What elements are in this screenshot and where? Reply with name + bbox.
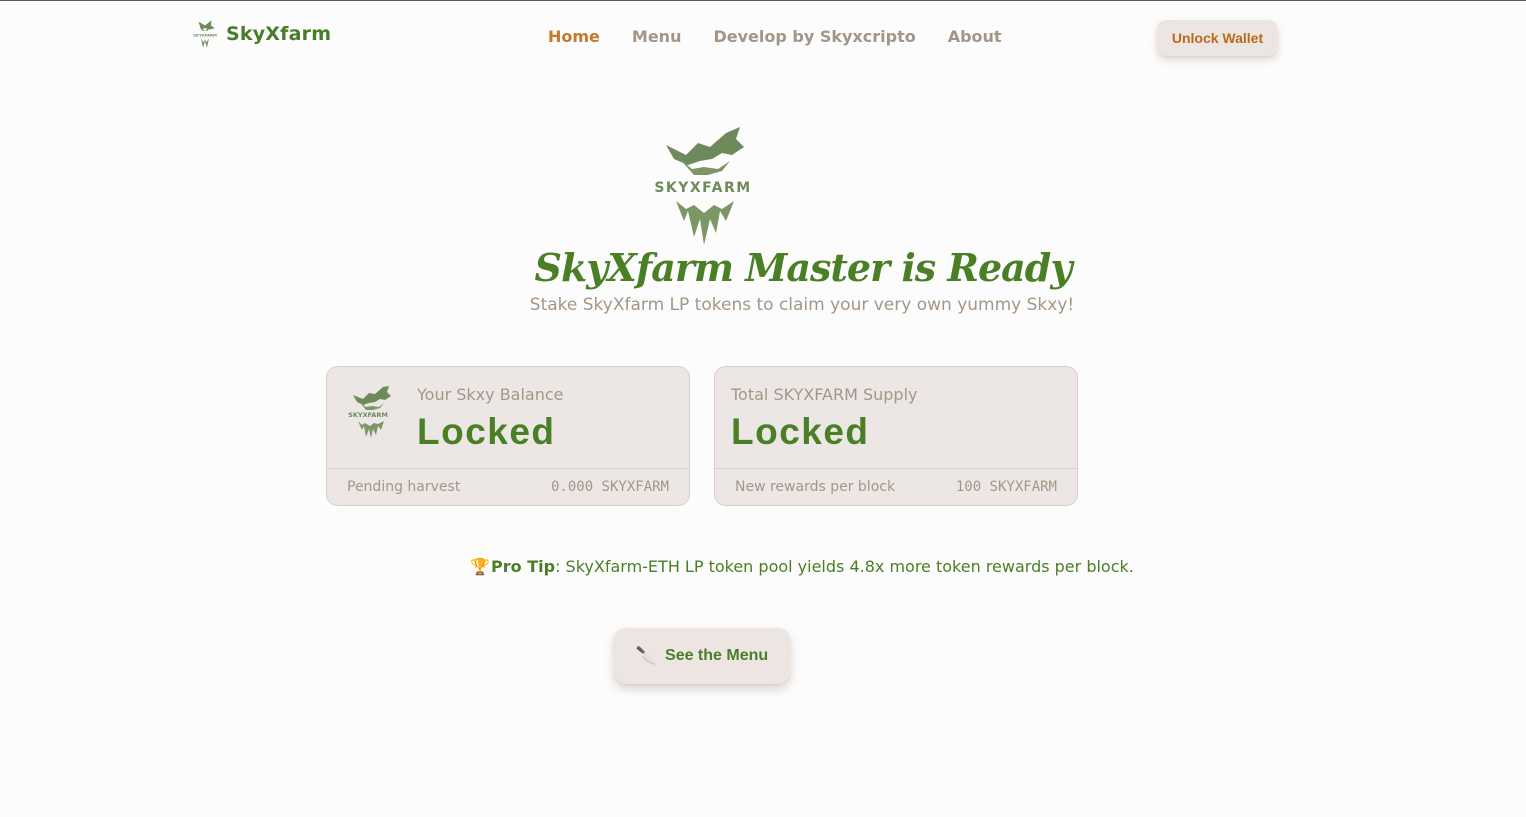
supply-card: Total SKYXFARM Supply Locked New rewards… (714, 366, 1078, 506)
knife-icon: 🔪 (635, 646, 658, 665)
hero-subtitle: Stake SkyXfarm LP tokens to claim your v… (529, 295, 1075, 315)
see-menu-button[interactable]: 🔪 See the Menu (614, 628, 790, 684)
pro-tip-text: : SkyXfarm-ETH LP token pool yields 4.8x… (555, 557, 1134, 576)
wolf-logo-icon: SKYXFARM (193, 20, 217, 48)
see-menu-label: See the Menu (665, 647, 769, 664)
pro-tip-heading: Pro Tip (491, 557, 556, 576)
svg-text:SKYXFARM: SKYXFARM (193, 33, 217, 38)
nav-menu[interactable]: Menu (632, 27, 682, 46)
rewards-per-block-label: New rewards per block (735, 479, 896, 495)
pro-tip: 🏆Pro Tip: SkyXfarm-ETH LP token pool yie… (0, 557, 1526, 576)
rewards-per-block-value: 100 SKYXFARM (955, 479, 1057, 495)
main-nav: Home Menu Develop by Skyxcripto About (548, 27, 1034, 46)
brand[interactable]: SKYXFARM SkyXfarm (192, 19, 331, 49)
hero-logo-text: SKYXFARM (654, 180, 751, 196)
pending-harvest-label: Pending harvest (347, 479, 461, 495)
balance-footer: Pending harvest 0.000 SKYXFARM (327, 468, 689, 505)
skyxfarm-wolf-logo: SKYXFARM (654, 127, 751, 245)
wolf-logo-icon: SKYXFARM (348, 386, 391, 438)
supply-label: Total SKYXFARM Supply (731, 385, 918, 404)
brand-name: SkyXfarm (226, 23, 332, 45)
balance-value: Locked (417, 411, 556, 452)
unlock-wallet-button[interactable]: Unlock Wallet (1157, 20, 1278, 56)
hero-title: SkyXfarm Master is Ready (534, 245, 1073, 290)
nav-home[interactable]: Home (548, 27, 600, 46)
nav-about[interactable]: About (948, 27, 1002, 46)
balance-card: SKYXFARM Your Skxy Balance Locked Pendin… (326, 366, 690, 506)
nav-develop[interactable]: Develop by Skyxcripto (713, 27, 915, 46)
pending-harvest-value: 0.000 SKYXFARM (550, 479, 669, 495)
balance-label: Your Skxy Balance (417, 385, 564, 404)
supply-footer: New rewards per block 100 SKYXFARM (715, 468, 1077, 505)
svg-text:SKYXFARM: SKYXFARM (348, 411, 388, 419)
trophy-icon: 🏆 (470, 557, 491, 576)
supply-value: Locked (731, 411, 870, 452)
